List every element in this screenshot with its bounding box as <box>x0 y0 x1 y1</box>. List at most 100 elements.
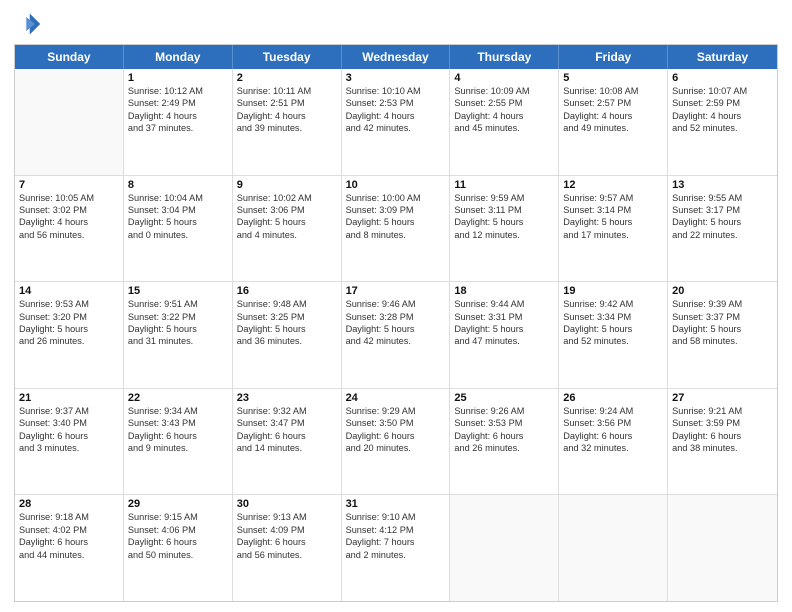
cal-day-12: 12Sunrise: 9:57 AMSunset: 3:14 PMDayligh… <box>559 176 668 282</box>
cell-info-line: Sunset: 2:51 PM <box>237 97 337 109</box>
cell-info-line: Sunrise: 10:02 AM <box>237 192 337 204</box>
cell-info-line: Sunrise: 9:42 AM <box>563 298 663 310</box>
cal-day-26: 26Sunrise: 9:24 AMSunset: 3:56 PMDayligh… <box>559 389 668 495</box>
cell-info-line: and 0 minutes. <box>128 229 228 241</box>
cell-info-line: Sunset: 3:43 PM <box>128 417 228 429</box>
cell-info-line: Sunset: 3:04 PM <box>128 204 228 216</box>
header-day-friday: Friday <box>559 45 668 69</box>
cell-info-line: Daylight: 5 hours <box>672 323 773 335</box>
cell-info-line: Sunset: 3:02 PM <box>19 204 119 216</box>
cell-info-line: Sunrise: 10:04 AM <box>128 192 228 204</box>
day-number: 20 <box>672 285 773 297</box>
cal-day-10: 10Sunrise: 10:00 AMSunset: 3:09 PMDaylig… <box>342 176 451 282</box>
cell-info-line: Sunrise: 9:34 AM <box>128 405 228 417</box>
cell-info-line: Daylight: 4 hours <box>563 110 663 122</box>
cal-day-empty <box>668 495 777 601</box>
cell-info-line: Sunset: 2:55 PM <box>454 97 554 109</box>
cal-day-20: 20Sunrise: 9:39 AMSunset: 3:37 PMDayligh… <box>668 282 777 388</box>
day-number: 6 <box>672 72 773 84</box>
cell-info-line: Daylight: 5 hours <box>237 216 337 228</box>
cell-info-line: Sunset: 2:59 PM <box>672 97 773 109</box>
header-day-saturday: Saturday <box>668 45 777 69</box>
day-number: 15 <box>128 285 228 297</box>
day-number: 1 <box>128 72 228 84</box>
cal-day-5: 5Sunrise: 10:08 AMSunset: 2:57 PMDayligh… <box>559 69 668 175</box>
cell-info-line: Sunrise: 10:12 AM <box>128 85 228 97</box>
day-number: 26 <box>563 392 663 404</box>
cell-info-line: Sunset: 3:56 PM <box>563 417 663 429</box>
cell-info-line: Sunset: 4:02 PM <box>19 524 119 536</box>
day-number: 24 <box>346 392 446 404</box>
cell-info-line: Sunrise: 9:18 AM <box>19 511 119 523</box>
cell-info-line: Daylight: 6 hours <box>672 430 773 442</box>
cell-info-line: Sunrise: 9:57 AM <box>563 192 663 204</box>
cell-info-line: and 45 minutes. <box>454 122 554 134</box>
day-number: 2 <box>237 72 337 84</box>
cal-day-19: 19Sunrise: 9:42 AMSunset: 3:34 PMDayligh… <box>559 282 668 388</box>
cell-info-line: Sunset: 3:34 PM <box>563 311 663 323</box>
cell-info-line: Sunrise: 10:10 AM <box>346 85 446 97</box>
cal-day-4: 4Sunrise: 10:09 AMSunset: 2:55 PMDayligh… <box>450 69 559 175</box>
cell-info-line: Daylight: 4 hours <box>237 110 337 122</box>
cell-info-line: Sunrise: 9:29 AM <box>346 405 446 417</box>
cell-info-line: Daylight: 5 hours <box>672 216 773 228</box>
cell-info-line: Sunset: 3:17 PM <box>672 204 773 216</box>
page: SundayMondayTuesdayWednesdayThursdayFrid… <box>0 0 792 612</box>
cell-info-line: Sunrise: 10:11 AM <box>237 85 337 97</box>
cell-info-line: and 31 minutes. <box>128 335 228 347</box>
cal-day-9: 9Sunrise: 10:02 AMSunset: 3:06 PMDayligh… <box>233 176 342 282</box>
cell-info-line: and 42 minutes. <box>346 122 446 134</box>
calendar-body: 1Sunrise: 10:12 AMSunset: 2:49 PMDayligh… <box>15 69 777 601</box>
header-day-tuesday: Tuesday <box>233 45 342 69</box>
cal-day-2: 2Sunrise: 10:11 AMSunset: 2:51 PMDayligh… <box>233 69 342 175</box>
cell-info-line: Daylight: 4 hours <box>128 110 228 122</box>
calendar-header-row: SundayMondayTuesdayWednesdayThursdayFrid… <box>15 45 777 69</box>
cell-info-line: and 4 minutes. <box>237 229 337 241</box>
cal-day-17: 17Sunrise: 9:46 AMSunset: 3:28 PMDayligh… <box>342 282 451 388</box>
day-number: 9 <box>237 179 337 191</box>
day-number: 29 <box>128 498 228 510</box>
cal-day-18: 18Sunrise: 9:44 AMSunset: 3:31 PMDayligh… <box>450 282 559 388</box>
cal-day-1: 1Sunrise: 10:12 AMSunset: 2:49 PMDayligh… <box>124 69 233 175</box>
cell-info-line: Sunrise: 9:10 AM <box>346 511 446 523</box>
calendar-week-1: 1Sunrise: 10:12 AMSunset: 2:49 PMDayligh… <box>15 69 777 176</box>
cell-info-line: Sunrise: 9:55 AM <box>672 192 773 204</box>
cell-info-line: Daylight: 5 hours <box>346 216 446 228</box>
cell-info-line: Sunset: 3:22 PM <box>128 311 228 323</box>
cell-info-line: Daylight: 6 hours <box>19 430 119 442</box>
cell-info-line: Sunrise: 9:48 AM <box>237 298 337 310</box>
cell-info-line: Daylight: 5 hours <box>128 216 228 228</box>
cell-info-line: Sunrise: 9:59 AM <box>454 192 554 204</box>
cell-info-line: Daylight: 4 hours <box>346 110 446 122</box>
cell-info-line: Sunrise: 10:09 AM <box>454 85 554 97</box>
cal-day-14: 14Sunrise: 9:53 AMSunset: 3:20 PMDayligh… <box>15 282 124 388</box>
cal-day-27: 27Sunrise: 9:21 AMSunset: 3:59 PMDayligh… <box>668 389 777 495</box>
cal-day-15: 15Sunrise: 9:51 AMSunset: 3:22 PMDayligh… <box>124 282 233 388</box>
cell-info-line: Daylight: 5 hours <box>19 323 119 335</box>
cell-info-line: Sunset: 3:25 PM <box>237 311 337 323</box>
cell-info-line: Sunrise: 9:53 AM <box>19 298 119 310</box>
cell-info-line: Sunrise: 9:37 AM <box>19 405 119 417</box>
cell-info-line: Sunrise: 10:07 AM <box>672 85 773 97</box>
cell-info-line: and 22 minutes. <box>672 229 773 241</box>
cell-info-line: Daylight: 6 hours <box>237 536 337 548</box>
cal-day-22: 22Sunrise: 9:34 AMSunset: 3:43 PMDayligh… <box>124 389 233 495</box>
cell-info-line: and 56 minutes. <box>19 229 119 241</box>
day-number: 3 <box>346 72 446 84</box>
cell-info-line: Daylight: 6 hours <box>454 430 554 442</box>
day-number: 27 <box>672 392 773 404</box>
cal-day-30: 30Sunrise: 9:13 AMSunset: 4:09 PMDayligh… <box>233 495 342 601</box>
cell-info-line: Daylight: 5 hours <box>563 216 663 228</box>
cal-day-21: 21Sunrise: 9:37 AMSunset: 3:40 PMDayligh… <box>15 389 124 495</box>
cal-day-11: 11Sunrise: 9:59 AMSunset: 3:11 PMDayligh… <box>450 176 559 282</box>
logo <box>14 10 44 38</box>
cell-info-line: Sunset: 3:47 PM <box>237 417 337 429</box>
cal-day-23: 23Sunrise: 9:32 AMSunset: 3:47 PMDayligh… <box>233 389 342 495</box>
cell-info-line: Sunset: 4:06 PM <box>128 524 228 536</box>
cell-info-line: Sunrise: 9:32 AM <box>237 405 337 417</box>
cell-info-line: and 36 minutes. <box>237 335 337 347</box>
cell-info-line: Sunset: 3:40 PM <box>19 417 119 429</box>
cal-day-empty <box>559 495 668 601</box>
header <box>14 10 778 38</box>
cal-day-empty <box>450 495 559 601</box>
